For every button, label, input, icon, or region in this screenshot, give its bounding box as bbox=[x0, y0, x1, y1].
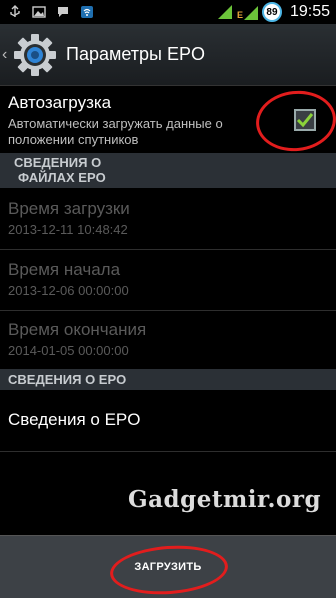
section-header-label: СВЕДЕНИЯ О EPO bbox=[8, 372, 127, 387]
annotation-circle-checkbox bbox=[253, 86, 336, 156]
autoload-summary-line2: положении спутников bbox=[8, 132, 139, 147]
epo-info-title: Сведения о EPO bbox=[8, 410, 141, 429]
clock: 19:55 bbox=[289, 3, 330, 20]
battery-icon: 89 bbox=[261, 2, 282, 22]
image-icon bbox=[32, 6, 46, 18]
network-type-label: E bbox=[236, 10, 243, 20]
epo-info-item[interactable]: Сведения о EPO bbox=[0, 391, 336, 451]
autoload-preference[interactable]: Автозагрузка Автоматически загружать дан… bbox=[0, 86, 336, 156]
end-time-title: Время окончания bbox=[8, 320, 147, 339]
start-time-item: Время начала 2013-12-06 00:00:00 bbox=[0, 250, 336, 310]
download-time-item: Время загрузки 2013-12-11 10:48:42 bbox=[0, 189, 336, 249]
signal-icon bbox=[217, 5, 232, 19]
wifi-icon bbox=[81, 6, 93, 18]
mobile-data-icon: E bbox=[237, 4, 258, 20]
cell-signal-icon bbox=[243, 6, 258, 20]
page-title: Параметры EPO bbox=[66, 44, 205, 64]
end-time-value: 2014-01-05 00:00:00 bbox=[8, 343, 129, 358]
status-indicators: E 89 19:55 bbox=[217, 2, 336, 22]
usb-icon bbox=[10, 5, 20, 17]
section-header-epo-info: СВЕДЕНИЯ О EPO bbox=[0, 369, 336, 390]
status-bar: E 89 19:55 bbox=[0, 0, 336, 24]
action-bar: ‹ Параметры EPO bbox=[0, 24, 336, 86]
bottom-bar: ЗАГРУЗИТЬ bbox=[0, 535, 336, 598]
section-header-line2: ФАЙЛАХ EPO bbox=[18, 170, 106, 185]
divider bbox=[0, 451, 336, 452]
download-time-title: Время загрузки bbox=[8, 199, 130, 218]
download-time-value: 2013-12-11 10:48:42 bbox=[8, 222, 128, 237]
end-time-item: Время окончания 2014-01-05 00:00:00 bbox=[0, 311, 336, 369]
battery-level: 89 bbox=[266, 6, 278, 18]
start-time-value: 2013-12-06 00:00:00 bbox=[8, 283, 129, 298]
notification-icons bbox=[0, 5, 94, 19]
watermark-text: Gadgetmir.org bbox=[128, 486, 322, 513]
autoload-title: Автозагрузка bbox=[8, 93, 112, 112]
autoload-summary-line1: Автоматически загружать данные о bbox=[8, 116, 223, 131]
section-header-epo-files: СВЕДЕНИЯ О ФАЙЛАХ EPO bbox=[0, 153, 336, 188]
start-time-title: Время начала bbox=[8, 260, 121, 279]
section-header-line1: СВЕДЕНИЯ О bbox=[14, 155, 102, 170]
settings-gear-icon[interactable] bbox=[12, 32, 58, 78]
back-caret-icon[interactable]: ‹ bbox=[2, 46, 10, 64]
chat-icon bbox=[58, 7, 68, 17]
